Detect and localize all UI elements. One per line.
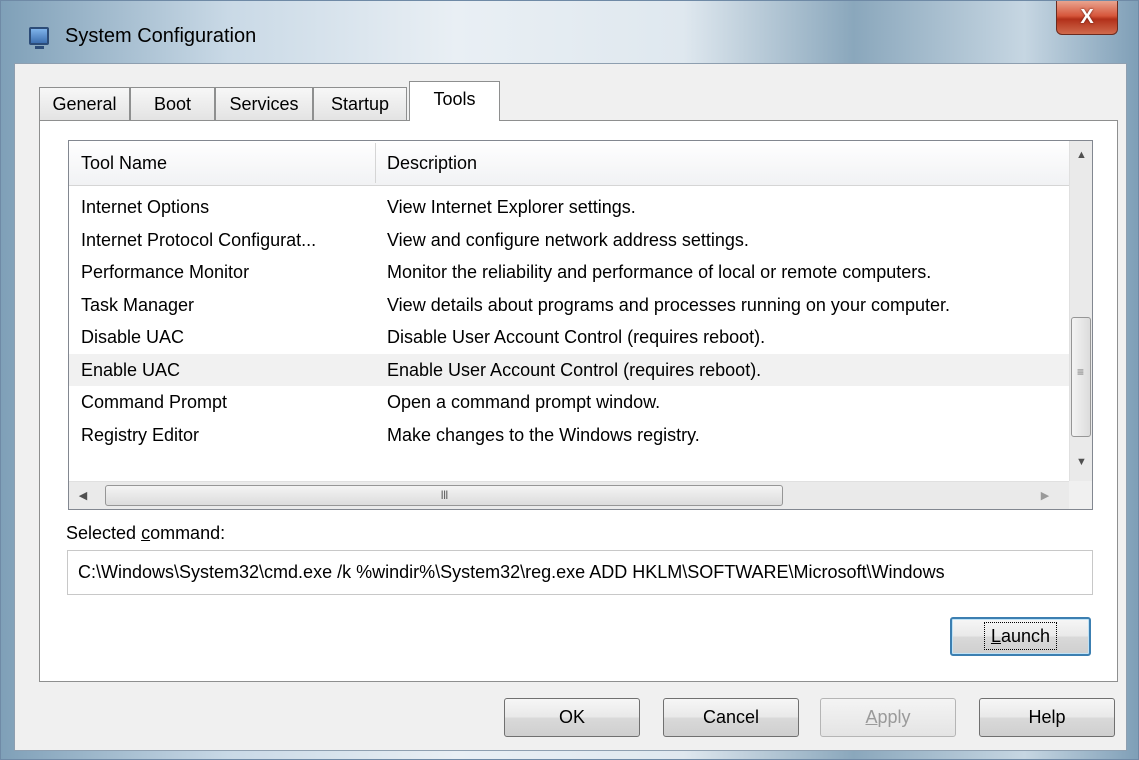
list-rows: Internet Options View Internet Explorer s… <box>69 191 1069 451</box>
close-button[interactable]: X <box>1056 1 1118 35</box>
tool-description: View and configure network address setti… <box>387 229 749 250</box>
scroll-right-arrow-icon[interactable]: ▶ <box>1037 489 1053 502</box>
tab-boot[interactable]: Boot <box>130 87 215 120</box>
horizontal-scrollbar[interactable]: ◀ III ▶ <box>69 481 1069 509</box>
column-header-tool-name[interactable]: Tool Name <box>81 141 167 185</box>
grip-icon: ≡ <box>1077 365 1085 379</box>
tool-name: Command Prompt <box>81 392 228 412</box>
window-title: System Configuration <box>65 25 257 47</box>
scroll-left-arrow-icon[interactable]: ◀ <box>75 489 91 502</box>
list-header: Tool Name Description <box>69 141 1069 186</box>
vertical-scrollbar[interactable]: ▲ ≡ ▼ <box>1069 141 1092 481</box>
list-row-highlighted[interactable]: Enable UAC Enable User Account Control (r… <box>69 353 1069 386</box>
list-row[interactable]: Disable UAC Disable User Account Control … <box>69 321 1069 354</box>
tool-description: Enable User Account Control (requires re… <box>387 359 762 380</box>
tool-name: Enable UAC <box>81 359 181 380</box>
tool-name: Registry Editor <box>81 424 200 445</box>
help-button[interactable]: Help <box>979 698 1115 737</box>
tool-description: Monitor the reliability and performance … <box>387 262 932 282</box>
dialog-client-area: General Boot Services Startup Tools Tool… <box>14 63 1127 751</box>
tool-name: Disable UAC <box>81 327 185 347</box>
apply-button[interactable]: Apply <box>820 698 956 737</box>
tab-general[interactable]: General <box>39 87 130 120</box>
scroll-down-arrow-icon[interactable]: ▼ <box>1070 456 1092 468</box>
list-row[interactable]: Internet Options View Internet Explorer s… <box>69 191 1069 224</box>
tool-description: View details about programs and processe… <box>387 294 950 315</box>
column-divider[interactable] <box>375 143 376 183</box>
vertical-scroll-thumb[interactable]: ≡ <box>1071 317 1091 437</box>
tab-startup[interactable]: Startup <box>313 87 407 120</box>
list-row[interactable]: Command Prompt Open a command prompt wind… <box>69 386 1069 419</box>
system-configuration-window: System Configuration X General Boot Serv… <box>0 0 1139 760</box>
list-row[interactable]: Task Manager View details about programs … <box>69 289 1069 322</box>
cancel-button[interactable]: Cancel <box>663 698 799 737</box>
list-row[interactable]: Performance Monitor Monitor the reliabili… <box>69 256 1069 289</box>
tool-description: Disable User Account Control (requires r… <box>387 327 766 347</box>
msconfig-app-icon <box>29 27 49 49</box>
tools-tab-panel: Tool Name Description Internet Options Vi… <box>39 120 1118 682</box>
tool-name: Internet Protocol Configurat... <box>81 229 317 250</box>
tab-tools[interactable]: Tools <box>409 81 500 121</box>
tool-name: Internet Options <box>81 197 210 217</box>
tool-name: Performance Monitor <box>81 262 250 282</box>
title-bar[interactable]: System Configuration X <box>1 1 1139 63</box>
horizontal-scroll-thumb[interactable]: III <box>105 485 783 506</box>
tool-description: Make changes to the Windows registry. <box>387 424 700 445</box>
ok-button[interactable]: OK <box>504 698 640 737</box>
scroll-up-arrow-icon[interactable]: ▲ <box>1070 149 1092 161</box>
selected-command-label: Selected command: <box>66 523 226 543</box>
tool-description: View Internet Explorer settings. <box>387 197 636 217</box>
tab-services[interactable]: Services <box>215 87 313 120</box>
tools-list: Tool Name Description Internet Options Vi… <box>68 140 1093 510</box>
scrollbar-corner <box>1069 481 1092 509</box>
list-row[interactable]: Internet Protocol Configurat... View and … <box>69 224 1069 257</box>
selected-command-field[interactable]: C:\Windows\System32\cmd.exe /k %windir%\… <box>67 550 1093 595</box>
tool-description: Open a command prompt window. <box>387 392 661 412</box>
column-header-description[interactable]: Description <box>387 141 477 185</box>
launch-button[interactable]: Launch <box>950 617 1091 656</box>
tool-name: Task Manager <box>81 294 195 315</box>
list-row[interactable]: Registry Editor Make changes to the Windo… <box>69 419 1069 452</box>
